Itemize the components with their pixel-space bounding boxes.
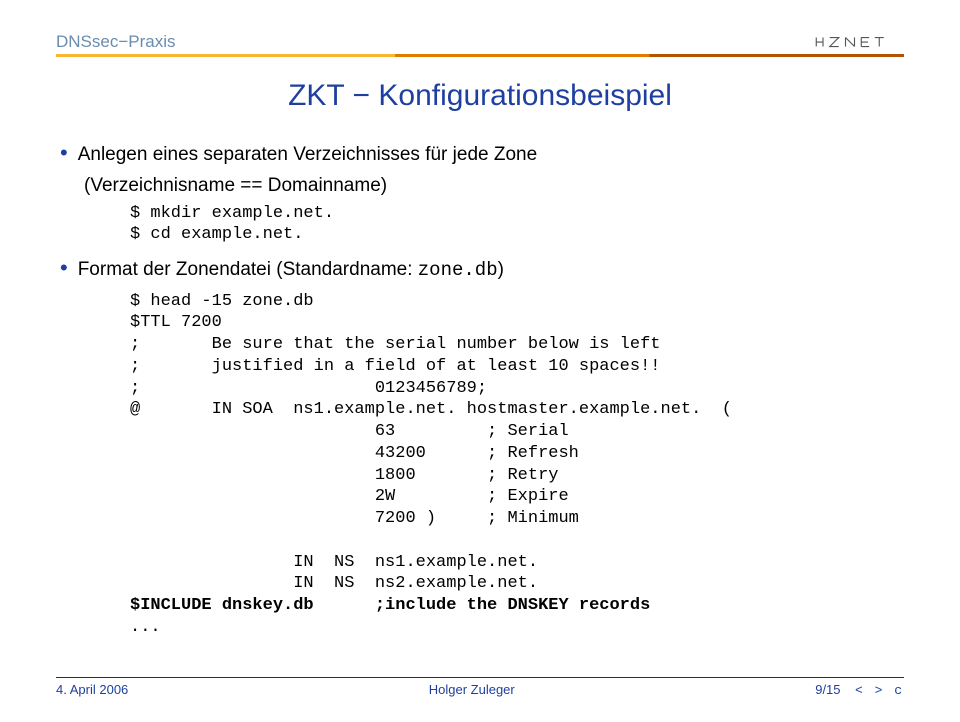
footer-line — [56, 677, 904, 678]
section-label: DNSsec−Praxis — [56, 32, 176, 52]
footer-row: 4. April 2006 Holger Zuleger 9/15 < > c — [56, 682, 904, 698]
code-block-2: $ head -15 zone.db $TTL 7200 ; Be sure t… — [130, 291, 904, 639]
hznet-logo-icon — [814, 33, 904, 51]
footer-right: 9/15 < > c — [815, 682, 904, 698]
header-stripe — [56, 54, 904, 57]
bullet-2-prefix: Format der Zonendatei (Standardname: — [78, 259, 418, 280]
code2-main: $ head -15 zone.db $TTL 7200 ; Be sure t… — [130, 292, 732, 594]
code1-line2: $ cd example.net. — [130, 225, 303, 244]
bullet-icon: • — [60, 141, 68, 165]
logo — [814, 33, 904, 51]
bullet-1-text: Anlegen eines separaten Verzeichnisses f… — [78, 141, 537, 169]
bullet-2-text: Format der Zonendatei (Standardname: zon… — [78, 256, 504, 285]
code2-include-line: $INCLUDE dnskey.db ;include the DNSKEY r… — [130, 596, 650, 615]
footer-date: 4. April 2006 — [56, 682, 128, 698]
bullet-1-sub: (Verzeichnisname == Domainname) — [84, 175, 904, 197]
footer: 4. April 2006 Holger Zuleger 9/15 < > c — [56, 677, 904, 698]
content-body: • Anlegen eines separaten Verzeichnisses… — [60, 141, 904, 639]
code-block-1: $ mkdir example.net. $ cd example.net. — [130, 203, 904, 247]
bullet-2-mono: zone.db — [418, 259, 498, 281]
bullet-icon: • — [60, 256, 68, 280]
bullet-2-suffix: ) — [498, 259, 504, 280]
bullet-2: • Format der Zonendatei (Standardname: z… — [60, 256, 904, 285]
page-number: 9/15 — [815, 682, 840, 697]
footer-author: Holger Zuleger — [429, 682, 515, 698]
code2-tail: ... — [130, 618, 161, 637]
bullet-1: • Anlegen eines separaten Verzeichnisses… — [60, 141, 904, 169]
nav-icons[interactable]: < > c — [855, 683, 904, 698]
page-title: ZKT − Konfigurationsbeispiel — [56, 79, 904, 113]
header: DNSsec−Praxis — [56, 32, 904, 52]
code1-line1: $ mkdir example.net. — [130, 204, 334, 223]
slide: DNSsec−Praxis ZKT − Konfigurationsbeispi… — [0, 0, 960, 722]
